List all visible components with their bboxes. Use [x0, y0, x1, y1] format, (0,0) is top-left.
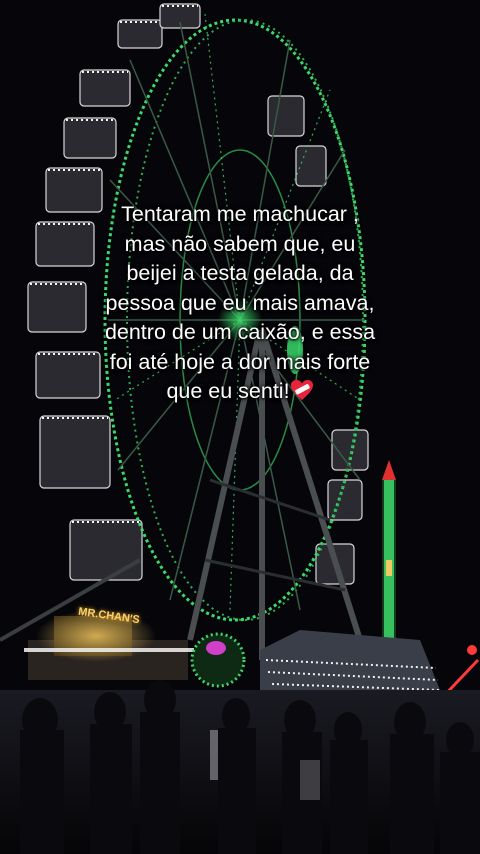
caption-line: Tentaram me machucar ,: [121, 202, 359, 226]
caption-line: mas não sabem que, eu: [124, 231, 356, 256]
caption-last-line: que eu senti!: [20, 377, 460, 407]
heart-bandage-icon: [290, 380, 313, 400]
night-scene: [0, 0, 480, 854]
overlay-caption: Tentaram me machucar , mas não sabem que…: [20, 200, 460, 407]
crowd: [0, 680, 480, 854]
caption-line: que eu senti!: [166, 379, 290, 403]
caption-line: pessoa que eu mais amava,: [105, 290, 375, 315]
caption-line: beijei a testa gelada, da: [126, 261, 354, 285]
caption-line: foi até hoje a dor mais forte: [109, 349, 371, 374]
caption-line: dentro de um caixão, e essa: [104, 320, 376, 344]
light-tower: [382, 460, 396, 640]
